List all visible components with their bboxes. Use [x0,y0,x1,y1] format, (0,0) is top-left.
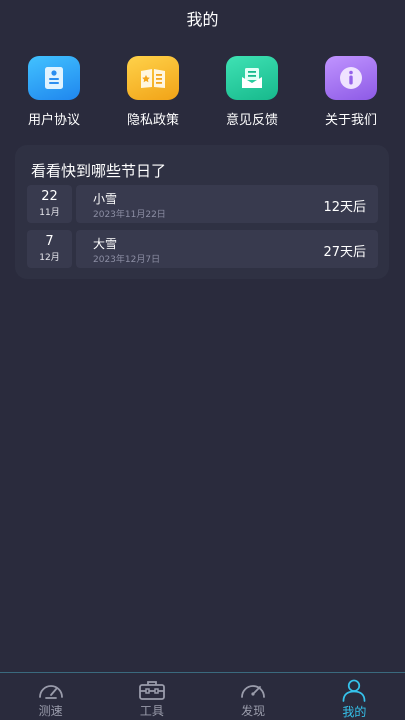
tab-speed-test-label: 测速 [38,704,63,718]
tab-mine-label: 我的 [342,705,367,719]
festival-info: 大雪 2023年12月7日 27天后 [76,230,378,268]
about-us-label: 关于我们 [324,113,377,128]
festival-info: 小雪 2023年11月22日 12天后 [76,185,378,223]
person-icon [342,679,366,702]
festival-countdown: 12天后 [323,200,366,215]
festival-name: 小雪 [93,192,118,206]
list-item[interactable]: 7 12月 大雪 2023年12月7日 27天后 [27,230,378,268]
list-item[interactable]: 22 11月 小雪 2023年11月22日 12天后 [27,185,378,223]
tab-tools-label: 工具 [139,704,164,718]
toolbox-icon [138,681,165,700]
festival-date-box: 7 12月 [27,230,72,268]
message-icon [226,56,278,100]
festival-month: 12月 [39,253,60,263]
header: 我的 [0,0,405,36]
tab-discover-label: 发现 [241,704,266,718]
feedback-label: 意见反馈 [225,113,278,128]
festival-card: 看看快到哪些节日了 22 11月 小雪 2023年11月22日 12天后 7 1… [15,145,389,279]
feedback-button[interactable]: 意见反馈 [212,56,292,128]
bottom-tab-bar: 测速 工具 发现 我的 [0,672,405,720]
privacy-policy-label: 隐私政策 [126,113,179,128]
quick-actions: 用户协议 隐私政策 意见反馈 关于我们 [14,56,391,128]
user-agreement-button[interactable]: 用户协议 [14,56,94,128]
book-icon [127,56,179,100]
tab-mine[interactable]: 我的 [304,673,405,720]
page-title: 我的 [186,10,219,29]
tab-speed-test[interactable]: 测速 [0,673,101,720]
festival-date-box: 22 11月 [27,185,72,223]
festival-card-title: 看看快到哪些节日了 [31,162,167,180]
compass-gauge-icon [241,685,266,698]
about-us-button[interactable]: 关于我们 [311,56,391,128]
festival-full-date: 2023年11月22日 [93,210,166,220]
document-icon [28,56,80,100]
user-agreement-label: 用户协议 [27,113,80,128]
festival-day: 22 [41,189,58,204]
festival-month: 11月 [39,208,60,218]
speedometer-icon [38,685,63,699]
festival-day: 7 [45,234,54,249]
festival-name: 大雪 [93,237,118,251]
festival-full-date: 2023年12月7日 [93,255,161,265]
festival-countdown: 27天后 [323,245,366,260]
profile-page: 我的 用户协议 隐私政策 意见反馈 关于我们 看看快到哪些节日了 22 11月 … [0,0,405,720]
tab-tools[interactable]: 工具 [101,673,202,720]
tab-discover[interactable]: 发现 [203,673,304,720]
privacy-policy-button[interactable]: 隐私政策 [113,56,193,128]
info-icon [325,56,377,100]
